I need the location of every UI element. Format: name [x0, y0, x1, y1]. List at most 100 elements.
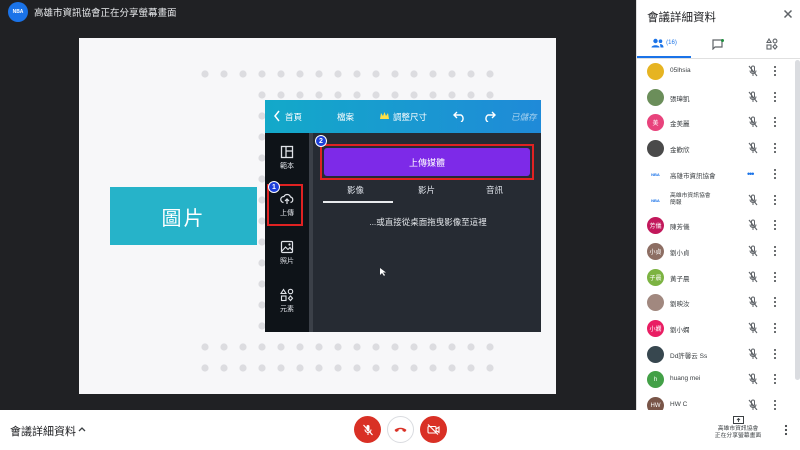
camera-toggle-button[interactable]	[420, 416, 447, 443]
more-vert-icon[interactable]	[772, 91, 778, 103]
participant-row[interactable]: 芳儀 陳芳儀	[637, 213, 795, 238]
participant-row[interactable]: 張瑋凱	[637, 85, 795, 110]
more-vert-icon[interactable]	[783, 424, 789, 436]
canva-side-template-label: 範本	[280, 163, 294, 170]
participant-row[interactable]: 美金美麗	[637, 110, 795, 135]
participant-row[interactable]: 子晨 黃子晨	[637, 265, 795, 290]
presenting-line2: 正在分享螢幕畫面	[714, 433, 762, 439]
participant-avatar: 小貞	[647, 242, 664, 260]
mic-off-icon[interactable]	[747, 373, 759, 385]
mic-off-icon[interactable]	[747, 271, 759, 283]
participant-row[interactable]: 小貞 劉小貞	[637, 239, 795, 264]
participant-row[interactable]: 小嫻 劉小嫻	[637, 316, 795, 341]
mic-off-icon[interactable]	[747, 91, 759, 103]
participant-row[interactable]: NBA 高雄市資訊協會 簡報	[637, 188, 795, 213]
slide-dot	[448, 70, 456, 78]
canva-drag-hint: ...或直接從桌面拖曳影像至這裡	[369, 217, 487, 227]
participant-row[interactable]: Dd許馨云 Ss	[637, 342, 795, 367]
slide-dot	[372, 343, 380, 351]
present-screen-icon	[732, 416, 744, 424]
mic-off-icon[interactable]	[747, 219, 759, 231]
panel-title: 會議詳細資料	[647, 12, 716, 24]
close-icon[interactable]	[781, 7, 795, 21]
slide-dot	[258, 343, 266, 351]
hang-up-button[interactable]	[387, 416, 414, 443]
people-icon	[651, 38, 664, 48]
more-vert-icon[interactable]	[772, 65, 778, 77]
canva-tab-images: 影像	[347, 185, 365, 195]
participant-row[interactable]: NBA 高雄市資訊協會 •••	[637, 162, 795, 187]
mic-off-icon[interactable]	[747, 245, 759, 257]
step-badge-2: 2	[315, 135, 327, 147]
more-vert-icon[interactable]	[772, 373, 778, 385]
back-chevron-icon	[274, 110, 280, 122]
more-vert-icon[interactable]	[772, 296, 778, 308]
more-vert-icon[interactable]	[772, 271, 778, 283]
mic-toggle-button[interactable]	[354, 416, 381, 443]
tab-people[interactable]: (16)	[637, 30, 691, 58]
presentation-stage: NBA 高雄市資訊協會正在分享螢幕畫面 圖片 首頁 檔案 調整尺寸 已儲存 範本…	[0, 0, 636, 410]
mic-off-icon[interactable]	[747, 194, 759, 206]
participant-row[interactable]: h huang mei	[637, 367, 795, 392]
mic-off-icon[interactable]	[747, 65, 759, 77]
participant-avatar: h	[647, 371, 664, 389]
slide-dot	[448, 91, 456, 99]
participant-row[interactable]: 05lhsia	[637, 59, 795, 84]
slide-dot	[239, 70, 247, 78]
canva-tab-underline	[323, 201, 393, 203]
activities-icon	[766, 38, 778, 50]
more-vert-icon[interactable]	[772, 219, 778, 231]
participant-scrollbar[interactable]	[795, 60, 800, 380]
shared-slide: 圖片 首頁 檔案 調整尺寸 已儲存 範本 上傳 照片 元素 1 2 上傳媒體 影…	[79, 38, 556, 394]
participant-row[interactable]: 金歡欣	[637, 136, 795, 161]
participant-name: 劉映汝	[670, 301, 690, 309]
slide-dot	[277, 70, 285, 78]
participant-row[interactable]: 劉映汝	[637, 290, 795, 315]
slide-dot	[315, 70, 323, 78]
mic-off-icon[interactable]	[747, 348, 759, 360]
mic-off-icon[interactable]	[747, 322, 759, 334]
meeting-details-button[interactable]: 會議詳細資料	[10, 423, 76, 439]
slide-dot	[429, 70, 437, 78]
presenting-line1: 高雄市資訊協會	[717, 426, 759, 432]
participant-subtitle: 簡報	[670, 199, 682, 206]
chat-icon	[712, 38, 724, 50]
slide-dot	[296, 70, 304, 78]
participant-name: 張瑋凱	[670, 95, 690, 103]
participant-avatar: NBA	[647, 165, 664, 183]
participant-name: 05lhsia	[670, 67, 691, 74]
more-vert-icon[interactable]	[772, 322, 778, 334]
mic-off-icon[interactable]	[747, 296, 759, 308]
presenting-indicator[interactable]: 高雄市資訊協會 正在分享螢幕畫面	[700, 416, 776, 440]
slide-dot	[258, 91, 266, 99]
participant-name: Dd許馨云 Ss	[670, 352, 708, 360]
more-vert-icon[interactable]	[772, 142, 778, 154]
tab-activities[interactable]	[745, 30, 799, 58]
participant-name: 劉小嫻	[670, 327, 690, 334]
mic-off-icon[interactable]	[747, 116, 759, 128]
participant-avatar	[647, 140, 664, 158]
canva-side-photos-label: 照片	[280, 258, 294, 265]
participant-avatar: 芳儀	[647, 217, 664, 235]
more-vert-icon[interactable]	[772, 168, 778, 180]
chevron-up-icon[interactable]	[77, 424, 87, 434]
slide-dot	[277, 343, 285, 351]
canva-side-scrollbar	[309, 133, 313, 332]
participant-avatar	[647, 294, 664, 312]
more-vert-icon[interactable]	[772, 116, 778, 128]
slide-dot	[410, 91, 418, 99]
slide-dot	[372, 364, 380, 372]
mic-off-icon[interactable]	[747, 142, 759, 154]
more-vert-icon[interactable]	[772, 348, 778, 360]
slide-dot	[410, 343, 418, 351]
slide-dot	[220, 343, 228, 351]
more-vert-icon[interactable]	[772, 245, 778, 257]
tab-chat[interactable]	[691, 30, 745, 58]
presenter-logo: NBA	[8, 2, 28, 22]
slide-dot	[315, 343, 323, 351]
participant-name-line1: 高雄市資訊協會	[670, 192, 711, 199]
more-vert-icon[interactable]	[772, 194, 778, 206]
slide-dot	[391, 91, 399, 99]
canva-saved: 已儲存	[511, 112, 537, 122]
meeting-details-panel: 會議詳細資料 (16) 05lhsia 張瑋凱美金美麗 金歡欣 NBA 高雄市資訊協會 •…	[636, 0, 800, 415]
